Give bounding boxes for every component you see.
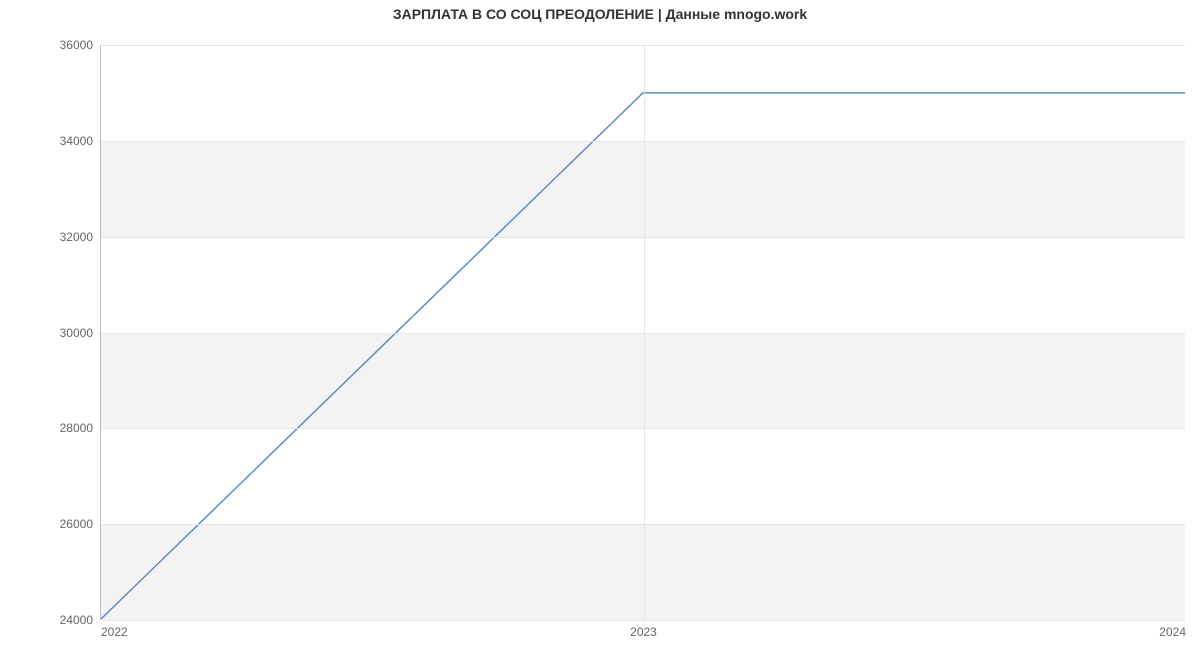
x-axis-tick: 2023 bbox=[630, 625, 657, 639]
y-axis-tick: 34000 bbox=[60, 134, 93, 148]
y-axis-tick: 36000 bbox=[60, 38, 93, 52]
chart-container: ЗАРПЛАТА В СО СОЦ ПРЕОДОЛЕНИЕ | Данные m… bbox=[0, 0, 1200, 650]
y-axis-tick: 24000 bbox=[60, 613, 93, 627]
y-axis-tick: 30000 bbox=[60, 326, 93, 340]
y-axis-tick: 26000 bbox=[60, 517, 93, 531]
x-axis-tick: 2022 bbox=[101, 625, 128, 639]
x-axis-tick: 2024 bbox=[1159, 625, 1186, 639]
gridline-h bbox=[101, 620, 1185, 621]
plot-area: 2400026000280003000032000340003600020222… bbox=[100, 45, 1185, 620]
y-axis-tick: 32000 bbox=[60, 230, 93, 244]
chart-title: ЗАРПЛАТА В СО СОЦ ПРЕОДОЛЕНИЕ | Данные m… bbox=[0, 6, 1200, 22]
y-axis-tick: 28000 bbox=[60, 421, 93, 435]
gridline-v bbox=[644, 45, 645, 619]
